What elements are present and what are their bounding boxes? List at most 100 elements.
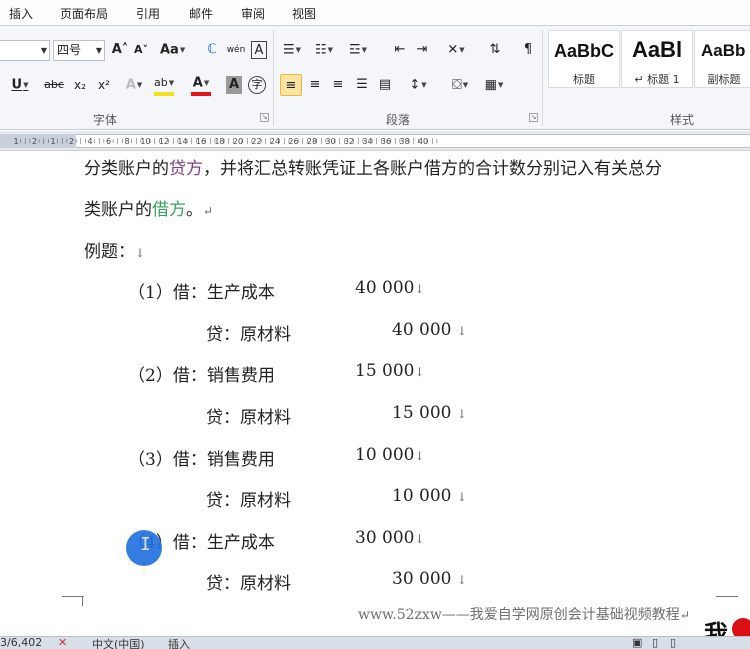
tab-mailings[interactable]: 邮件 [189,5,213,22]
underline-button[interactable]: U▼ [10,74,30,96]
debit-amount-value: 40 000 [355,278,415,298]
paragraph-mark-icon: ↵ [679,608,690,622]
ruler-number: 4 [87,137,92,146]
numbering-button[interactable]: ☷▼ [314,39,334,61]
shrink-font-button[interactable]: A˅ [131,39,151,61]
distributed-button[interactable]: ▤ [375,74,395,96]
text-effects-label: A [125,77,136,93]
journal-entry-debit: （1）借：生产成本 [128,278,275,303]
multilevel-list-icon: ☲ [348,42,361,58]
show-marks-button[interactable]: ¶ [518,39,538,61]
ruler-number: 30 [325,137,335,146]
line-break-icon: ↓ [414,449,425,463]
tab-references[interactable]: 引用 [136,5,160,22]
paragraph-dialog-launcher-icon[interactable]: ↘ [529,113,538,122]
subscript-button[interactable]: x₂ [70,74,90,96]
insert-mode-indicator[interactable]: 插入 [168,636,190,649]
superscript-button[interactable]: x² [94,74,114,96]
chinese-layout-icon: ✕ [447,42,459,58]
align-left-button[interactable]: ≡ [280,74,302,96]
paragraph-mark-icon: ↵ [203,204,214,218]
debit-account: 销售费用 [206,366,275,386]
credit-amount-value: 30 000 [392,569,452,589]
journal-entry-credit: 贷：原材料 [206,320,291,345]
credit-account: 原材料 [240,491,291,511]
pilcrow-icon: ¶ [523,42,533,57]
clear-format-button[interactable]: ℂ [202,39,222,61]
debit-amount: 10 000↓ [355,445,425,465]
tab-insert[interactable]: 插入 [9,5,33,22]
debit-amount: 40 000↓ [355,278,425,298]
multilevel-list-button[interactable]: ☲▼ [348,39,368,61]
increase-indent-button[interactable]: ⇥ [412,39,432,61]
phonetic-guide-button[interactable]: wén [226,39,246,61]
credit-label: 贷： [206,491,240,511]
chevron-down-icon: ▼ [95,46,102,55]
borders-button[interactable]: ▦▼ [484,74,504,96]
ruler-number: 16 [196,137,206,146]
document-page[interactable]: 分类账户的贷方，并将汇总转账凭证上各账户借方的合计数分别记入有关总分 类账户的借… [0,152,750,630]
full-screen-view-icon[interactable]: ▯ [652,636,658,649]
tab-page-layout[interactable]: 页面布局 [60,5,108,22]
language-indicator[interactable]: 中文(中国) [92,636,145,649]
ruler-number: 18 [214,137,224,146]
credit-amount: 10 000 ↓ [392,486,467,506]
journal-entry-credit: 贷：原材料 [206,486,291,511]
paragraph-group-label: 段落 [386,113,411,127]
debit-amount: 15 000↓ [355,361,425,381]
style-subtitle[interactable]: AaBb 副标题 [694,30,750,88]
highlight-color-button[interactable]: ab▼ [154,74,175,96]
ruler-number: 36 [381,137,391,146]
style-heading-1[interactable]: AaBl ↵ 标题 1 [621,30,693,88]
strikethrough-button[interactable]: abc [44,74,64,96]
text-run-debit: 借方 [152,200,186,220]
print-layout-view-icon[interactable]: ▣ [632,636,642,649]
character-shading-button[interactable]: A [226,76,242,94]
credit-amount-value: 40 000 [392,320,452,340]
styles-group-label: 样式 [670,113,695,127]
outdent-icon: ⇤ [394,42,406,57]
font-dialog-launcher-icon[interactable]: ↘ [260,113,269,122]
character-border-button[interactable]: A [251,41,267,59]
font-color-button[interactable]: A▼ [191,74,211,96]
credit-account: 原材料 [240,408,291,428]
align-center-button[interactable]: ≡ [305,74,325,96]
justify-button[interactable]: ☰ [352,74,372,96]
text-effects-button[interactable]: A▼ [124,74,144,96]
ruler-number: 24 [270,137,280,146]
shading-button[interactable]: ⛋▼ [450,74,470,96]
debit-label: 借： [172,533,207,553]
font-size-combo[interactable]: 四号 ▼ [53,40,105,61]
tab-review[interactable]: 审阅 [241,5,265,22]
font-size-value: 四号 [57,43,82,57]
line-spacing-icon: ↕ [409,77,421,93]
debit-amount-value: 10 000 [355,445,415,465]
line-spacing-button[interactable]: ↕▼ [408,74,428,96]
paint-bucket-icon: ⛋ [451,77,462,93]
align-right-button[interactable]: ≡ [328,74,348,96]
decrease-indent-button[interactable]: ⇤ [390,39,410,61]
ribbon-tab-bar: 插入 页面布局 引用 邮件 审阅 视图 [0,0,750,26]
ruler-number: 14 [177,137,187,146]
ruler-number: 20 [233,137,243,146]
bullets-button[interactable]: ☰▼ [282,39,302,61]
sort-button[interactable]: ⇅ [485,39,505,61]
enclose-characters-button[interactable]: 字 [248,76,266,94]
ruler-number: 8 [124,137,129,146]
ruler-ticks: 1 2 1 2 4 6 8 10 12 14 16 18 20 22 24 26 28 30 32 34 36 38 40 [13,137,438,146]
tab-view[interactable]: 视图 [292,5,316,22]
style-title[interactable]: AaBbC 标题 [548,30,620,88]
credit-label: 贷： [206,574,240,594]
proofing-error-icon[interactable]: ✕ [58,636,67,649]
font-name-combo[interactable]: ▼ [0,40,50,61]
horizontal-ruler[interactable]: 1 2 1 2 4 6 8 10 12 14 16 18 20 22 24 26 28 30 32 34 36 38 40 [0,131,750,151]
page-count[interactable]: 3/6,402 [0,636,42,649]
group-divider [542,30,543,126]
ruler-number: 2 [69,137,74,146]
text-run: 类账户的 [84,200,152,220]
change-case-button[interactable]: Aa▼ [160,39,185,61]
chinese-layout-button[interactable]: ✕▼ [446,39,466,61]
grow-font-button[interactable]: A˄ [110,39,130,61]
credit-label: 贷： [206,408,240,428]
web-layout-view-icon[interactable]: ▯ [670,636,676,649]
